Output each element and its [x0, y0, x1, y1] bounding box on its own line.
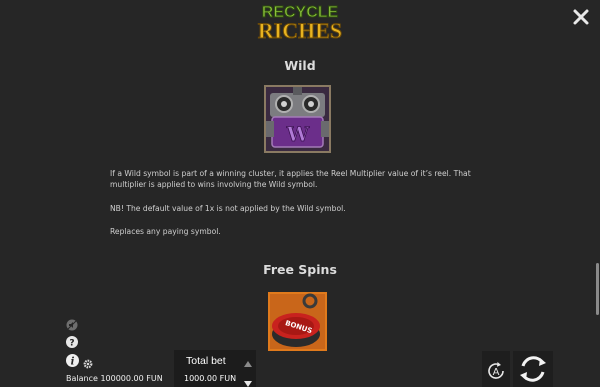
wild-symbol-letter: W	[286, 122, 310, 146]
balance-display: Balance 100000.00 FUN	[66, 374, 163, 383]
free-spins-symbol-image: BONUS	[268, 292, 327, 351]
spin-icon	[520, 356, 546, 382]
free-spins-section-title: Free Spins	[263, 262, 337, 277]
bet-increase-button[interactable]	[243, 355, 253, 367]
help-icon: ?	[66, 336, 78, 349]
scrollbar-thumb[interactable]	[596, 263, 599, 315]
total-bet-value: 1000.00 FUN	[184, 374, 237, 383]
info-icon: i	[66, 354, 79, 368]
wild-description-1: If a Wild symbol is part of a winning cl…	[110, 169, 471, 189]
close-button[interactable]	[570, 6, 592, 28]
gear-icon	[83, 359, 93, 369]
svg-text:i: i	[71, 357, 75, 368]
triangle-up-icon	[244, 361, 252, 367]
sound-icon	[66, 319, 78, 331]
info-button[interactable]: i	[66, 354, 79, 368]
wild-section-title: Wild	[284, 58, 316, 73]
spin-button[interactable]	[516, 352, 550, 386]
settings-button[interactable]	[83, 356, 93, 369]
svg-text:?: ?	[69, 339, 74, 349]
autoplay-label: A	[493, 367, 500, 378]
autoplay-button[interactable]: A	[485, 360, 507, 382]
bet-decrease-button[interactable]	[243, 375, 253, 387]
wild-description-2: NB! The default value of 1x is not appli…	[110, 204, 346, 213]
wild-symbol-image: W	[264, 85, 331, 153]
logo-line-2: RICHES	[258, 18, 342, 43]
game-logo: RECYCLE RICHES	[252, 0, 348, 44]
total-bet-label: Total bet	[186, 355, 226, 367]
game-rules-screen: RECYCLE RICHES Wild W If a Wild symbol i…	[0, 0, 600, 387]
triangle-down-icon	[244, 381, 252, 387]
close-icon	[573, 9, 589, 25]
sound-button[interactable]	[66, 318, 78, 331]
autoplay-icon: A	[488, 362, 504, 379]
wild-description-3: Replaces any paying symbol.	[110, 227, 221, 236]
help-button[interactable]: ?	[66, 335, 78, 349]
